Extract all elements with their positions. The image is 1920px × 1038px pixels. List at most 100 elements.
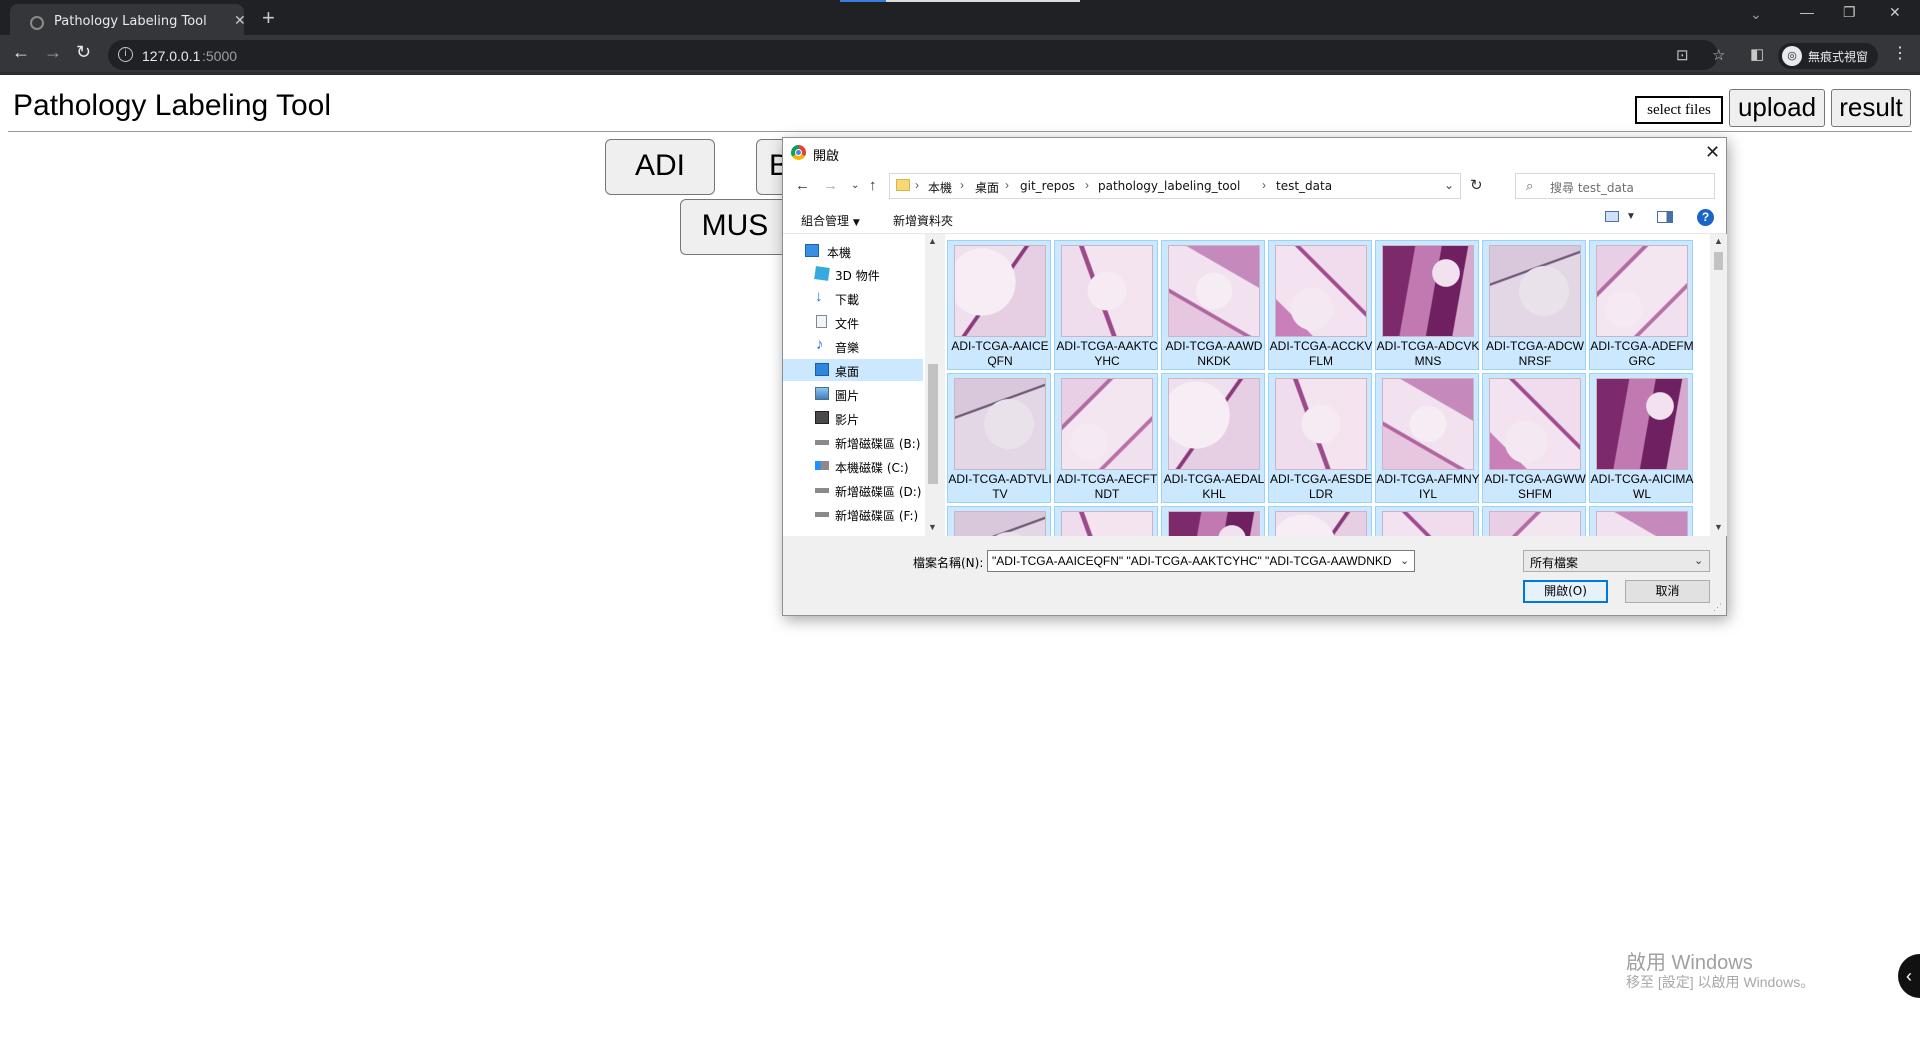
translate-icon[interactable]: ⊡ [1676,46,1689,64]
dialog-search-input[interactable]: ⌕ 搜尋 test_data [1515,173,1715,199]
refresh-icon[interactable]: ↻ [1470,176,1483,194]
folder-icon [896,179,910,191]
cancel-button[interactable]: 取消 [1625,580,1710,603]
navigation-pane-scrollbar[interactable]: ▲ ▼ [925,234,941,536]
file-list-scroll-thumb[interactable] [1714,252,1723,270]
forward-arrow-icon[interactable]: → [44,42,62,63]
browser-tab[interactable]: Pathology Labeling Tool ✕ [10,4,246,35]
file-tile[interactable]: ADI-TCGA-ADCVKMNS [1375,240,1479,370]
file-tile[interactable] [1054,506,1158,536]
file-tile[interactable]: ADI-TCGA-ACCKVFLM [1268,240,1372,370]
bookmark-star-icon[interactable]: ☆ [1712,46,1725,64]
nav-item-music[interactable]: ♪ 音樂 [783,335,923,357]
tab-close-icon[interactable]: ✕ [234,12,246,29]
nav-item-desktop[interactable]: 桌面 [783,359,923,381]
window-close-icon[interactable]: ✕ [1889,4,1901,21]
file-tile[interactable]: ADI-TCGA-AESDELDR [1268,373,1372,503]
nav-item-documents[interactable]: 文件 [783,311,923,333]
breadcrumb-project[interactable]: pathology_labeling_tool [1098,179,1240,193]
file-thumbnail-image [1168,245,1260,337]
back-arrow-icon[interactable]: ← [12,42,30,63]
filename-label: 檔案名稱(N): [913,556,984,570]
file-tile[interactable] [1161,506,1265,536]
cube-icon [814,266,830,281]
floating-chevron-icon[interactable]: ‹ [1898,954,1920,998]
tab-search-chevron-icon[interactable]: ⌄ [1750,6,1762,23]
up-folder-icon[interactable]: ↑ [869,177,877,194]
incognito-profile-button[interactable]: ◎ 無痕式視窗 [1778,43,1879,69]
file-tile[interactable]: ADI-TCGA-AICIMAWL [1589,373,1693,503]
minimize-icon[interactable]: — [1800,4,1814,20]
recent-locations-chevron-icon[interactable]: ⌄ [851,180,859,191]
file-tile[interactable]: ADI-TCGA-AEDALKHL [1161,373,1265,503]
scroll-down-icon[interactable]: ▼ [1714,522,1723,532]
side-panel-icon[interactable]: ◧ [1750,45,1764,63]
scroll-up-icon[interactable]: ▲ [1714,236,1723,246]
dialog-forward-icon[interactable]: → [823,177,838,194]
breadcrumb-test-data[interactable]: test_data [1276,179,1332,193]
file-thumbnail-image [1061,511,1153,536]
address-bar[interactable]: i 127.0.0.1 :5000 ⊡ ☆ [108,40,1725,70]
file-tile[interactable] [1375,506,1479,536]
restore-icon[interactable]: ❐ [1843,4,1856,21]
file-name: ADI-TCGA-AGWWSHFM [1484,472,1586,501]
dialog-address-bar[interactable]: › 本機 › 桌面 › git_repos › pathology_labeli… [889,173,1461,199]
site-info-icon[interactable]: i [118,47,133,62]
filename-input[interactable]: "ADI-TCGA-AAICEQFN" "ADI-TCGA-AAKTCYHC" … [987,550,1415,572]
nav-item-videos[interactable]: 影片 [783,407,923,429]
file-tile[interactable]: ADI-TCGA-ADCWNRSF [1482,240,1586,370]
breadcrumb-this-pc[interactable]: 本機 [928,179,952,196]
reload-icon[interactable]: ↻ [76,42,91,63]
file-tile[interactable] [1482,506,1586,536]
new-tab-icon[interactable]: + [262,5,275,31]
file-tile[interactable]: ADI-TCGA-AECFTNDT [1054,373,1158,503]
nav-item-drive-c[interactable]: 本機磁碟 (C:) [783,455,923,477]
file-tile[interactable]: ADI-TCGA-AAWDNKDK [1161,240,1265,370]
file-tile[interactable] [1589,506,1693,536]
file-tile[interactable]: ADI-TCGA-AGWWSHFM [1482,373,1586,503]
scroll-down-icon[interactable]: ▼ [928,522,937,532]
open-button[interactable]: 開啟(O) [1523,580,1608,603]
filename-dropdown-icon[interactable]: ⌄ [1400,554,1409,567]
browser-menu-icon[interactable]: ⋮ [1892,43,1908,63]
dialog-back-icon[interactable]: ← [795,177,810,194]
organize-menu-button[interactable]: 組合管理 ▼ [801,212,860,229]
file-tile[interactable]: ADI-TCGA-AAICEQFN [947,240,1051,370]
nav-item-pictures[interactable]: 圖片 [783,383,923,405]
nav-item-this-pc[interactable]: 本機 [783,240,923,262]
file-thumbnail-image [1489,245,1581,337]
file-tile[interactable] [947,506,1051,536]
navigation-pane-scroll-thumb[interactable] [928,364,938,484]
upload-button[interactable]: upload [1729,89,1825,127]
file-tile[interactable]: ADI-TCGA-ADTVLITV [947,373,1052,503]
nav-item-3d-objects[interactable]: 3D 物件 [783,263,923,285]
file-tile[interactable]: ADI-TCGA-AAKTCYHC [1054,240,1158,370]
breadcrumb-desktop[interactable]: 桌面 [975,179,999,196]
scroll-up-icon[interactable]: ▲ [928,236,937,246]
file-thumbnail-image [1596,511,1688,536]
nav-item-drive-f[interactable]: 新增磁碟區 (F:) [783,503,923,525]
file-type-select[interactable]: 所有檔案 ⌄ [1523,550,1710,572]
result-button[interactable]: result [1831,89,1911,127]
nav-item-drive-d[interactable]: 新增磁碟區 (D:) [783,479,923,501]
help-icon[interactable]: ? [1697,209,1714,226]
address-dropdown-icon[interactable]: ⌄ [1444,178,1454,192]
file-list-scrollbar[interactable]: ▲ ▼ [1710,234,1727,536]
breadcrumb-git-repos[interactable]: git_repos [1020,179,1075,193]
file-tile[interactable] [1268,506,1372,536]
new-folder-button[interactable]: 新增資料夾 [893,212,953,229]
nav-item-drive-b[interactable]: 新增磁碟區 (B:) [783,431,923,453]
label-button-mus[interactable]: MUS [680,199,790,255]
resize-grip-icon[interactable]: ⋰ [1713,602,1722,613]
dialog-close-icon[interactable]: ✕ [1705,142,1720,163]
label-button-adi[interactable]: ADI [605,139,715,195]
view-mode-icon[interactable] [1605,211,1619,222]
nav-item-downloads[interactable]: ↓ 下載 [783,287,923,309]
file-thumbnail-image [1596,245,1688,337]
select-files-button[interactable]: select files [1635,96,1723,124]
windows-activation-subtitle: 移至 [設定] 以啟用 Windows。 [1626,974,1815,990]
preview-pane-icon[interactable] [1657,211,1673,223]
file-tile[interactable]: ADI-TCGA-ADEFMGRC [1589,240,1694,370]
file-tile[interactable]: ADI-TCGA-AFMNYIYL [1375,373,1480,503]
view-mode-dropdown-icon[interactable]: ▼ [1626,211,1636,222]
